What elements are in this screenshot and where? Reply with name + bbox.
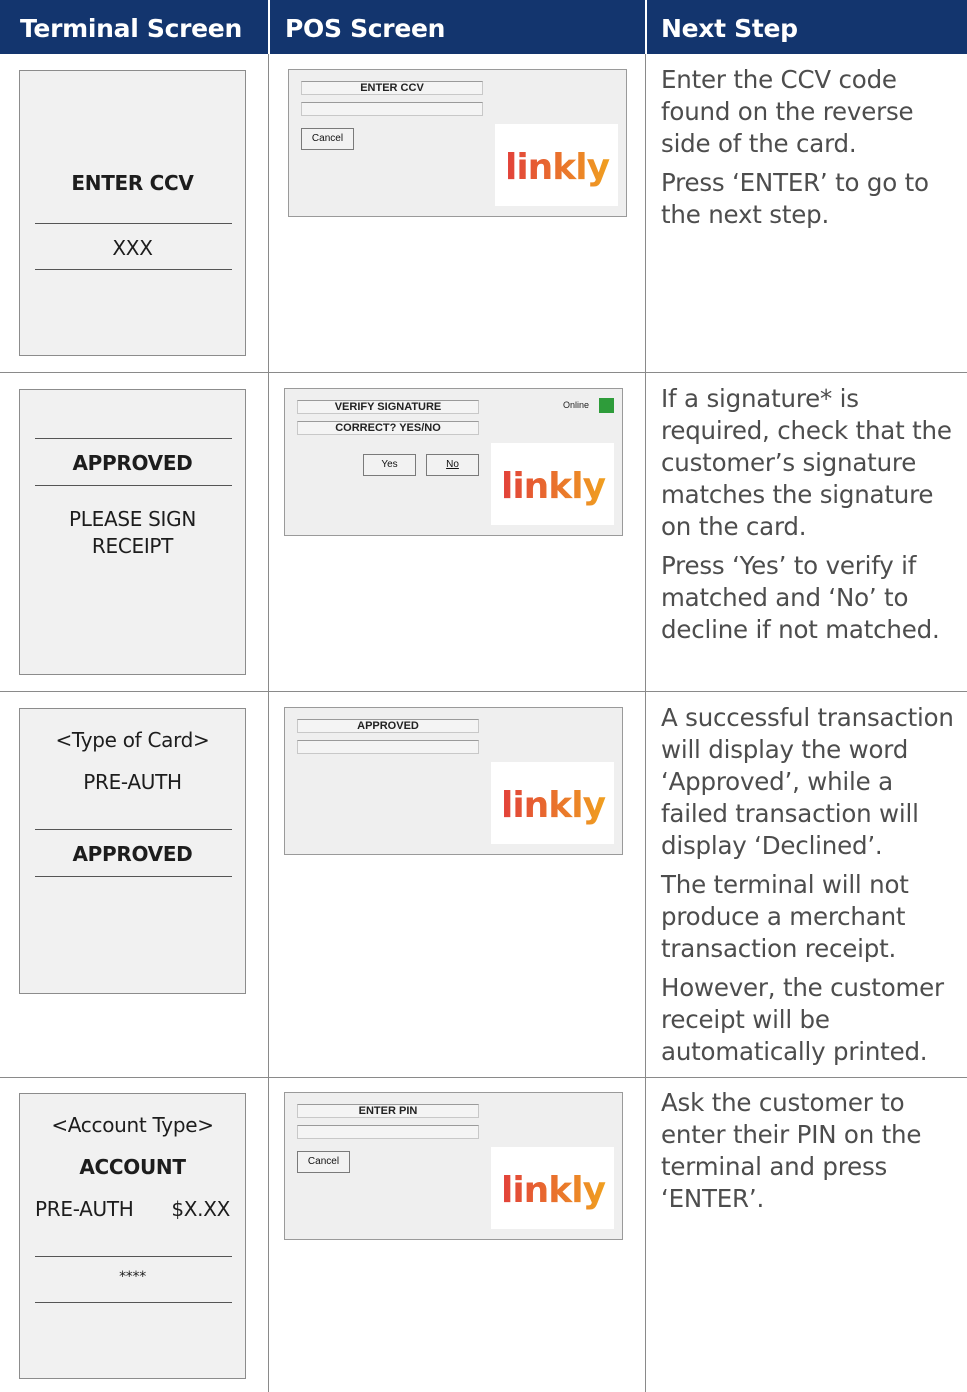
- terminal-line: PLEASE SIGN: [69, 507, 196, 531]
- pos-screen-verify-signature: VERIFY SIGNATURE CORRECT? YES/NO Online …: [284, 388, 623, 536]
- step-paragraph: However, the customer receipt will be au…: [661, 973, 944, 1066]
- terminal-divider: [35, 1256, 232, 1257]
- header-next-step: Next Step: [661, 14, 798, 43]
- step-paragraph: Enter the CCV code found on the reverse …: [661, 65, 914, 158]
- header-divider: [645, 0, 647, 54]
- terminal-line: ACCOUNT: [79, 1155, 186, 1179]
- terminal-screen-approved-sign: APPROVED PLEASE SIGN RECEIPT: [19, 389, 246, 675]
- svg-text:linkly: linkly: [505, 147, 610, 188]
- terminal-screen-enter-ccv: ENTER CCV XXX: [19, 70, 246, 356]
- pos-display-line-2: CORRECT? YES/NO: [297, 421, 479, 435]
- cancel-button[interactable]: Cancel: [297, 1151, 350, 1173]
- terminal-line: PRE-AUTH: [35, 1197, 134, 1221]
- terminal-line: <Account Type>: [51, 1113, 214, 1137]
- step-paragraph: Press ‘ENTER’ to go to the next step.: [661, 168, 929, 229]
- terminal-divider: [35, 829, 232, 830]
- terminal-screen-enter-pin: <Account Type> ACCOUNT PRE-AUTH $X.XX **…: [19, 1093, 246, 1379]
- next-step-text: Ask the customer to enter their PIN on t…: [661, 1087, 961, 1222]
- pos-screen-enter-pin: ENTER PIN Cancel linkly: [284, 1092, 623, 1240]
- terminal-divider: [35, 223, 232, 224]
- linkly-logo: linkly: [491, 762, 614, 844]
- yes-button[interactable]: Yes: [363, 454, 416, 476]
- pos-display-line-1: APPROVED: [297, 719, 479, 733]
- terminal-divider: [35, 485, 232, 486]
- header-terminal-screen: Terminal Screen: [20, 14, 242, 43]
- online-status-label: Online: [563, 400, 590, 410]
- terminal-line: <Type of Card>: [55, 728, 210, 752]
- terminal-line: RECEIPT: [91, 534, 174, 558]
- svg-text:linkly: linkly: [501, 1170, 606, 1211]
- pos-display-line-1: ENTER CCV: [301, 81, 483, 95]
- pos-display-line-1: ENTER PIN: [297, 1104, 479, 1118]
- column-divider: [268, 54, 269, 1392]
- step-paragraph: If a signature* is required, check that …: [661, 384, 952, 541]
- terminal-divider: [35, 269, 232, 270]
- terminal-screen-approved: <Type of Card> PRE-AUTH APPROVED: [19, 708, 246, 994]
- linkly-logo: linkly: [495, 124, 618, 206]
- terminal-line: ENTER CCV: [71, 171, 194, 195]
- terminal-amount: $X.XX: [171, 1197, 230, 1221]
- column-divider: [645, 54, 646, 1392]
- step-paragraph: The terminal will not produce a merchant…: [661, 870, 909, 963]
- next-step-text: If a signature* is required, check that …: [661, 383, 961, 653]
- terminal-line: XXX: [112, 236, 153, 260]
- pos-display-line-2: [297, 1125, 479, 1139]
- next-step-text: A successful transaction will display th…: [661, 702, 961, 1075]
- linkly-logo: linkly: [491, 1147, 614, 1229]
- terminal-line: PRE-AUTH: [83, 770, 182, 794]
- pin-mask: ****: [119, 1269, 146, 1285]
- pos-display-line-2: [301, 102, 483, 116]
- cancel-button[interactable]: Cancel: [301, 128, 354, 150]
- pos-display-line-2: [297, 740, 479, 754]
- row-divider: [0, 1077, 967, 1078]
- step-paragraph: Press ‘Yes’ to verify if matched and ‘No…: [661, 551, 940, 644]
- no-button[interactable]: No: [426, 454, 479, 476]
- online-status-indicator: [599, 398, 614, 413]
- linkly-logo: linkly: [491, 443, 614, 525]
- terminal-line: APPROVED: [72, 842, 193, 866]
- pos-screen-approved: APPROVED linkly: [284, 707, 623, 855]
- pos-screen-enter-ccv: ENTER CCV Cancel linkly: [288, 69, 627, 217]
- step-paragraph: Ask the customer to enter their PIN on t…: [661, 1088, 922, 1213]
- svg-text:linkly: linkly: [501, 466, 606, 507]
- table-header: Terminal Screen POS Screen Next Step: [0, 0, 967, 54]
- row-divider: [0, 372, 967, 373]
- next-step-text: Enter the CCV code found on the reverse …: [661, 64, 961, 238]
- terminal-line: APPROVED: [72, 451, 193, 475]
- pos-display-line-1: VERIFY SIGNATURE: [297, 400, 479, 414]
- row-divider: [0, 691, 967, 692]
- step-paragraph: A successful transaction will display th…: [661, 703, 954, 860]
- svg-text:linkly: linkly: [501, 785, 606, 826]
- header-divider: [268, 0, 270, 54]
- terminal-divider: [35, 876, 232, 877]
- terminal-divider: [35, 438, 232, 439]
- header-pos-screen: POS Screen: [285, 14, 446, 43]
- terminal-divider: [35, 1302, 232, 1303]
